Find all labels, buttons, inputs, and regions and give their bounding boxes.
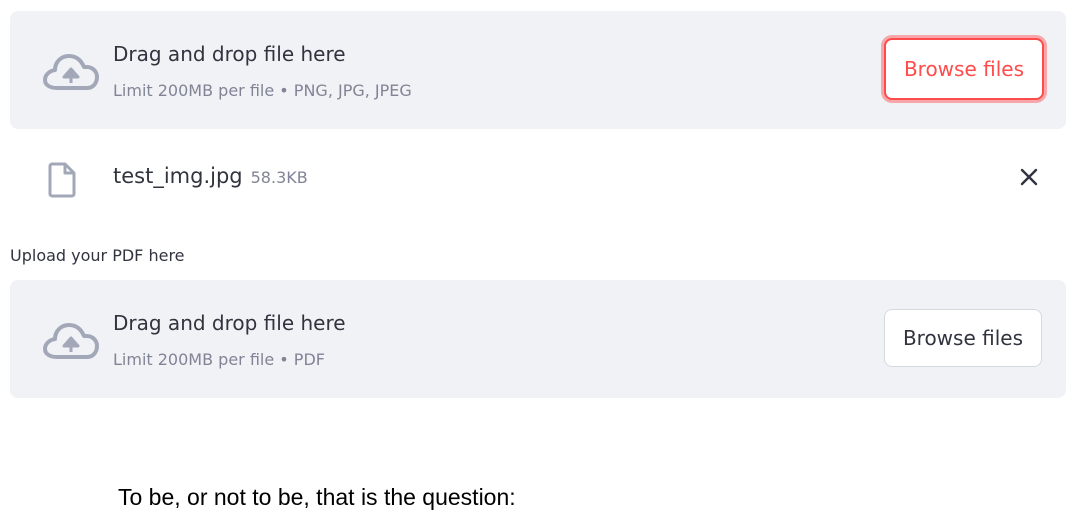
dropzone-limit-text: Limit 200MB per file • PDF [113, 350, 325, 369]
pdf-uploader-label: Upload your PDF here [10, 246, 185, 265]
uploaded-file-row: test_img.jpg 58.3KB [10, 148, 1066, 208]
file-size: 58.3KB [250, 168, 308, 187]
image-preview-text: To be, or not to be, that is the questio… [118, 484, 516, 510]
close-icon[interactable] [1018, 166, 1040, 188]
file-name: test_img.jpg 58.3KB [113, 164, 308, 190]
pdf-dropzone[interactable]: Drag and drop file here Limit 200MB per … [10, 280, 1066, 398]
dropzone-limit-text: Limit 200MB per file • PNG, JPG, JPEG [113, 81, 412, 100]
image-dropzone[interactable]: Drag and drop file here Limit 200MB per … [10, 11, 1066, 129]
cloud-upload-icon [43, 323, 99, 359]
dropzone-title: Drag and drop file here [113, 311, 346, 335]
file-icon [48, 162, 76, 198]
browse-files-button[interactable]: Browse files [883, 38, 1044, 100]
file-name-text: test_img.jpg [113, 164, 243, 188]
cloud-upload-icon [43, 54, 99, 90]
dropzone-title: Drag and drop file here [113, 42, 346, 66]
browse-files-button[interactable]: Browse files [883, 309, 1042, 367]
